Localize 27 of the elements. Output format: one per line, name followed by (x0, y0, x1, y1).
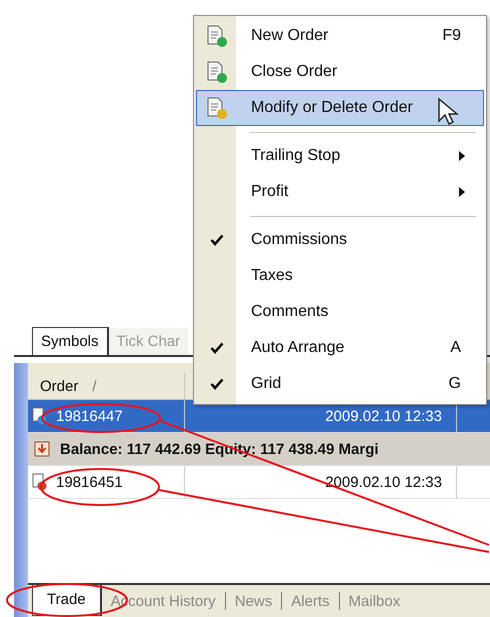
menu-item[interactable]: Modify or Delete Order (196, 90, 484, 126)
order-number: 19816451 (56, 474, 123, 490)
menu-item[interactable]: Profit (196, 174, 484, 210)
shortcut-key: G (448, 375, 461, 393)
document-badge-icon (206, 96, 228, 120)
menu-item[interactable]: Commissions (196, 222, 484, 258)
submenu-arrow-icon (459, 187, 465, 197)
menu-item[interactable]: Comments (196, 294, 484, 330)
menu-item[interactable]: Grid G (196, 366, 484, 402)
order-row[interactable]: 19816451 2009.02.10 12:33 (28, 466, 490, 499)
menu-item[interactable]: Auto Arrange A (196, 330, 484, 366)
terminal-tab[interactable]: Trade (32, 585, 102, 616)
chart-tab[interactable]: Symbols (32, 327, 109, 355)
mouse-cursor-icon (437, 97, 459, 127)
balance-icon (34, 441, 50, 457)
menu-item[interactable]: Trailing Stop (196, 138, 484, 174)
menu-item[interactable]: New Order F9 (196, 18, 484, 54)
order-time: 2009.02.10 12:33 (325, 408, 442, 424)
shortcut-key: F9 (442, 27, 461, 45)
menu-item[interactable]: Close Order (196, 54, 484, 90)
order-time: 2009.02.10 12:33 (325, 474, 442, 490)
menu-item[interactable]: Taxes (196, 258, 484, 294)
order-number: 19816447 (56, 408, 123, 424)
submenu-arrow-icon (459, 151, 465, 161)
sort-indicator: / (92, 378, 97, 394)
column-header[interactable]: Order (40, 378, 78, 394)
shortcut-key: A (450, 339, 461, 357)
